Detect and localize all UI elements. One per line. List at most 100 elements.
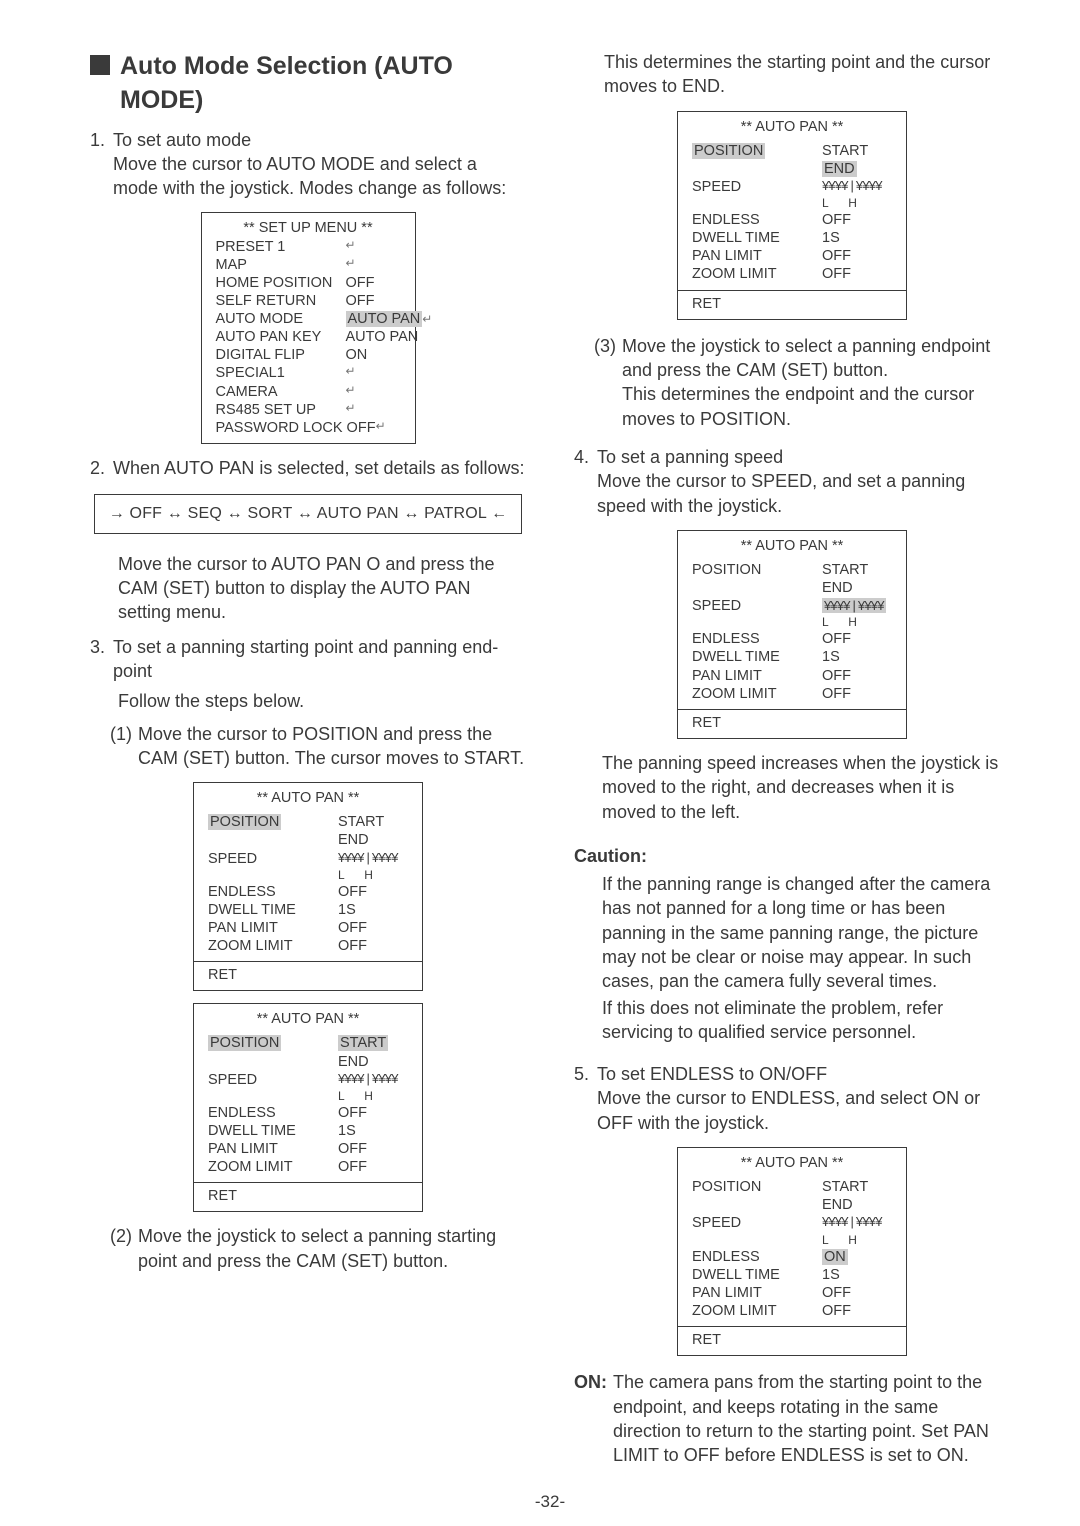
panlimit-value: OFF [822, 1284, 892, 1302]
arrow-down-icon: ↵ [346, 401, 356, 419]
start-value: START [338, 813, 408, 831]
step-1-head: To set auto mode [113, 128, 526, 152]
menu-label: MAP [216, 256, 346, 274]
caution-heading: Caution: [574, 844, 1010, 868]
menu-label: CAMERA [216, 383, 346, 401]
speed-label: SPEED [692, 597, 822, 615]
ret-label: RET [692, 295, 892, 313]
dwell-label: DWELL TIME [692, 648, 822, 666]
speed-value: ¥¥¥¥ | ¥¥¥¥ [822, 178, 892, 196]
arrow-down-icon: ↵ [376, 419, 386, 437]
ret-label: RET [208, 966, 408, 984]
speed-label: SPEED [208, 850, 338, 868]
substep-number: (2) [110, 1224, 132, 1273]
substep-3-body2: This determines the endpoint and the cur… [622, 382, 1010, 431]
setup-menu-title: ** SET UP MENU ** [216, 219, 401, 237]
speed-value: ¥¥¥¥ | ¥¥¥¥ [338, 1071, 408, 1089]
autopan-menu-box-4: ** AUTO PAN ** POSITIONSTART END SPEED¥¥… [677, 530, 907, 739]
speed-lh: L H [822, 196, 892, 211]
speed-value: ¥¥¥¥ | ¥¥¥¥ [338, 850, 408, 868]
ret-label: RET [208, 1187, 408, 1205]
endless-label: ENDLESS [692, 630, 822, 648]
autopan-menu-title: ** AUTO PAN ** [208, 789, 408, 807]
menu-label: SPECIAL1 [216, 364, 346, 382]
dwell-value: 1S [822, 1266, 892, 1284]
end-value-highlight: END [822, 161, 857, 177]
panlimit-label: PAN LIMIT [208, 919, 338, 937]
arrow-down-icon: ↵ [346, 238, 356, 256]
zoomlimit-value: OFF [338, 937, 408, 955]
on-definition: ON: The camera pans from the starting po… [574, 1370, 1010, 1467]
speed-value: ¥¥¥¥ | ¥¥¥¥ [822, 1214, 892, 1232]
menu-label: PRESET 1 [216, 238, 346, 256]
menu-label: SELF RETURN [216, 292, 346, 310]
section-heading: Auto Mode Selection (AUTO MODE) [90, 50, 526, 118]
dwell-label: DWELL TIME [208, 901, 338, 919]
step-number: 3. [90, 635, 105, 684]
speed-value-highlight: ¥¥¥¥ | ¥¥¥¥ [822, 598, 886, 613]
arrow-down-icon: ↵ [346, 256, 356, 274]
right-top-para: This determines the starting point and t… [604, 50, 1010, 99]
position-label-highlight: POSITION [692, 143, 765, 159]
heading-line2: MODE) [120, 84, 453, 118]
autopan-menu-title: ** AUTO PAN ** [692, 537, 892, 555]
substep-2-body: Move the joystick to select a panning st… [138, 1224, 526, 1273]
substep-1-body: Move the cursor to POSITION and press th… [138, 722, 526, 771]
endless-label: ENDLESS [692, 211, 822, 229]
step-4-body: Move the cursor to SPEED, and set a pann… [597, 469, 1010, 518]
dwell-value: 1S [822, 648, 892, 666]
setup-menu-box: ** SET UP MENU ** PRESET 1 ↵ MAP ↵ HOME … [201, 212, 416, 444]
step-1: 1. To set auto mode Move the cursor to A… [90, 128, 526, 201]
page-number: -32- [90, 1491, 1010, 1514]
zoomlimit-label: ZOOM LIMIT [208, 1158, 338, 1176]
autopan-menu-box-3: ** AUTO PAN ** POSITIONSTART END SPEED¥¥… [677, 111, 907, 320]
dwell-label: DWELL TIME [208, 1122, 338, 1140]
position-label-highlight: POSITION [208, 1035, 281, 1051]
on-label: ON: [574, 1370, 607, 1467]
autopan-menu-title: ** AUTO PAN ** [692, 1154, 892, 1172]
zoomlimit-value: OFF [822, 265, 892, 283]
menu-label: AUTO PAN KEY [216, 328, 346, 346]
substep-2: (2) Move the joystick to select a pannin… [110, 1224, 526, 1273]
menu-label: RS485 SET UP [216, 401, 346, 419]
endless-value-highlight: ON [822, 1249, 848, 1265]
mode-chain-box: → OFF ↔ SEQ ↔ SORT ↔ AUTO PAN ↔ PATROL ← [94, 494, 522, 534]
arrow-down-icon: ↵ [346, 364, 356, 382]
end-value: END [338, 1053, 408, 1071]
endless-value: OFF [338, 1104, 408, 1122]
speed-label: SPEED [692, 1214, 822, 1232]
step-3-follow: Follow the steps below. [118, 689, 526, 713]
square-bullet-icon [90, 55, 110, 75]
menu-value: ON [346, 346, 401, 364]
zoomlimit-value: OFF [822, 1302, 892, 1320]
position-label-highlight: POSITION [208, 814, 281, 830]
speed-label: SPEED [692, 178, 822, 196]
step-3: 3. To set a panning starting point and p… [90, 635, 526, 684]
dwell-value: 1S [338, 1122, 408, 1140]
endless-value: OFF [822, 630, 892, 648]
step-4-head: To set a panning speed [597, 445, 1010, 469]
page-columns: Auto Mode Selection (AUTO MODE) 1. To se… [90, 50, 1010, 1467]
speed-lh: L H [338, 868, 408, 883]
start-value: START [822, 142, 892, 160]
panlimit-value: OFF [338, 919, 408, 937]
right-column: This determines the starting point and t… [574, 50, 1010, 1467]
autopan-menu-title: ** AUTO PAN ** [208, 1010, 408, 1028]
on-body: The camera pans from the starting point … [613, 1370, 1010, 1467]
zoomlimit-label: ZOOM LIMIT [692, 265, 822, 283]
arrow-down-icon: ↵ [422, 312, 432, 326]
start-value: START [822, 561, 892, 579]
menu-label: AUTO MODE [216, 310, 346, 328]
endless-value: OFF [338, 883, 408, 901]
substep-number: (1) [110, 722, 132, 771]
menu-value-highlight: AUTO PAN [346, 311, 423, 327]
step-number: 5. [574, 1062, 589, 1135]
end-value: END [338, 831, 408, 849]
panlimit-label: PAN LIMIT [692, 1284, 822, 1302]
step-4: 4. To set a panning speed Move the curso… [574, 445, 1010, 518]
substep-3-body1: Move the joystick to select a panning en… [622, 334, 1010, 383]
start-value: START [822, 1178, 892, 1196]
panlimit-label: PAN LIMIT [692, 247, 822, 265]
ret-label: RET [692, 714, 892, 732]
step-3-head: To set a panning starting point and pann… [113, 635, 526, 684]
